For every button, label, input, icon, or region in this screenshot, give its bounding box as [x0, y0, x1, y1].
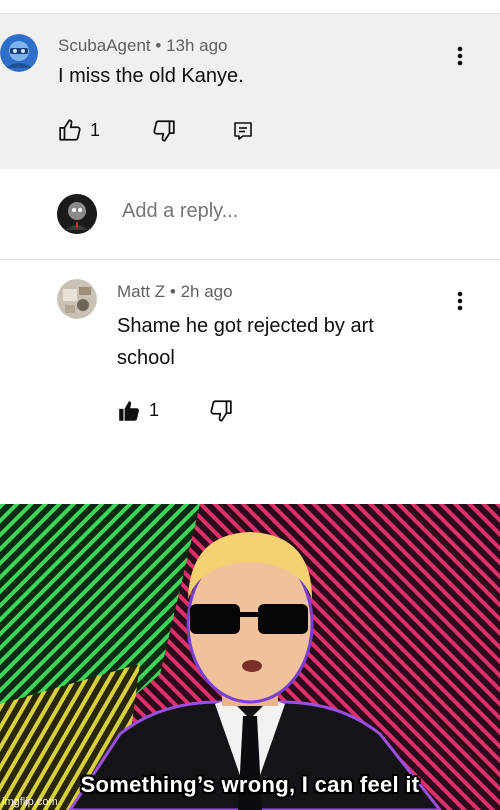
- thumb-up-icon[interactable]: [58, 117, 84, 143]
- meta-separator: •: [169, 282, 176, 301]
- comment-time[interactable]: 2h ago: [181, 282, 233, 301]
- comment-meta: ScubaAgent • 13h ago: [58, 36, 228, 56]
- comment-author[interactable]: ScubaAgent: [58, 36, 151, 55]
- avatar[interactable]: [57, 279, 97, 319]
- comment-text: Shame he got rejected by art school: [117, 315, 374, 369]
- thumb-down-icon[interactable]: [207, 398, 233, 424]
- reply-icon[interactable]: [232, 120, 254, 142]
- reply-composer: [0, 169, 500, 260]
- avatar[interactable]: [0, 34, 38, 72]
- watermark: imgflip.com: [2, 796, 58, 808]
- meme-image: Something’s wrong, I can feel it imgflip…: [0, 504, 500, 810]
- reply-item: Matt Z • 2h ago Shame he got rejected by…: [0, 261, 500, 504]
- meme-artwork: [0, 504, 500, 810]
- comment-time[interactable]: 13h ago: [166, 36, 227, 55]
- more-vert-icon[interactable]: [450, 44, 470, 68]
- meme-caption: Something’s wrong, I can feel it: [80, 772, 420, 797]
- meta-separator: •: [155, 36, 162, 55]
- comment-meta: Matt Z • 2h ago: [117, 282, 233, 302]
- more-vert-icon[interactable]: [450, 289, 470, 313]
- comment-thread-item: ScubaAgent • 13h ago I miss the old Kany…: [0, 14, 500, 169]
- thumb-down-icon[interactable]: [150, 118, 176, 144]
- like-count: 1: [149, 400, 160, 420]
- thumb-up-filled-icon[interactable]: [117, 398, 143, 424]
- top-divider: [0, 0, 500, 14]
- avatar: [57, 194, 97, 234]
- comment-author[interactable]: Matt Z: [117, 282, 165, 301]
- like-count: 1: [90, 120, 101, 140]
- comment-text: I miss the old Kanye.: [58, 65, 244, 87]
- reply-input[interactable]: [122, 200, 452, 223]
